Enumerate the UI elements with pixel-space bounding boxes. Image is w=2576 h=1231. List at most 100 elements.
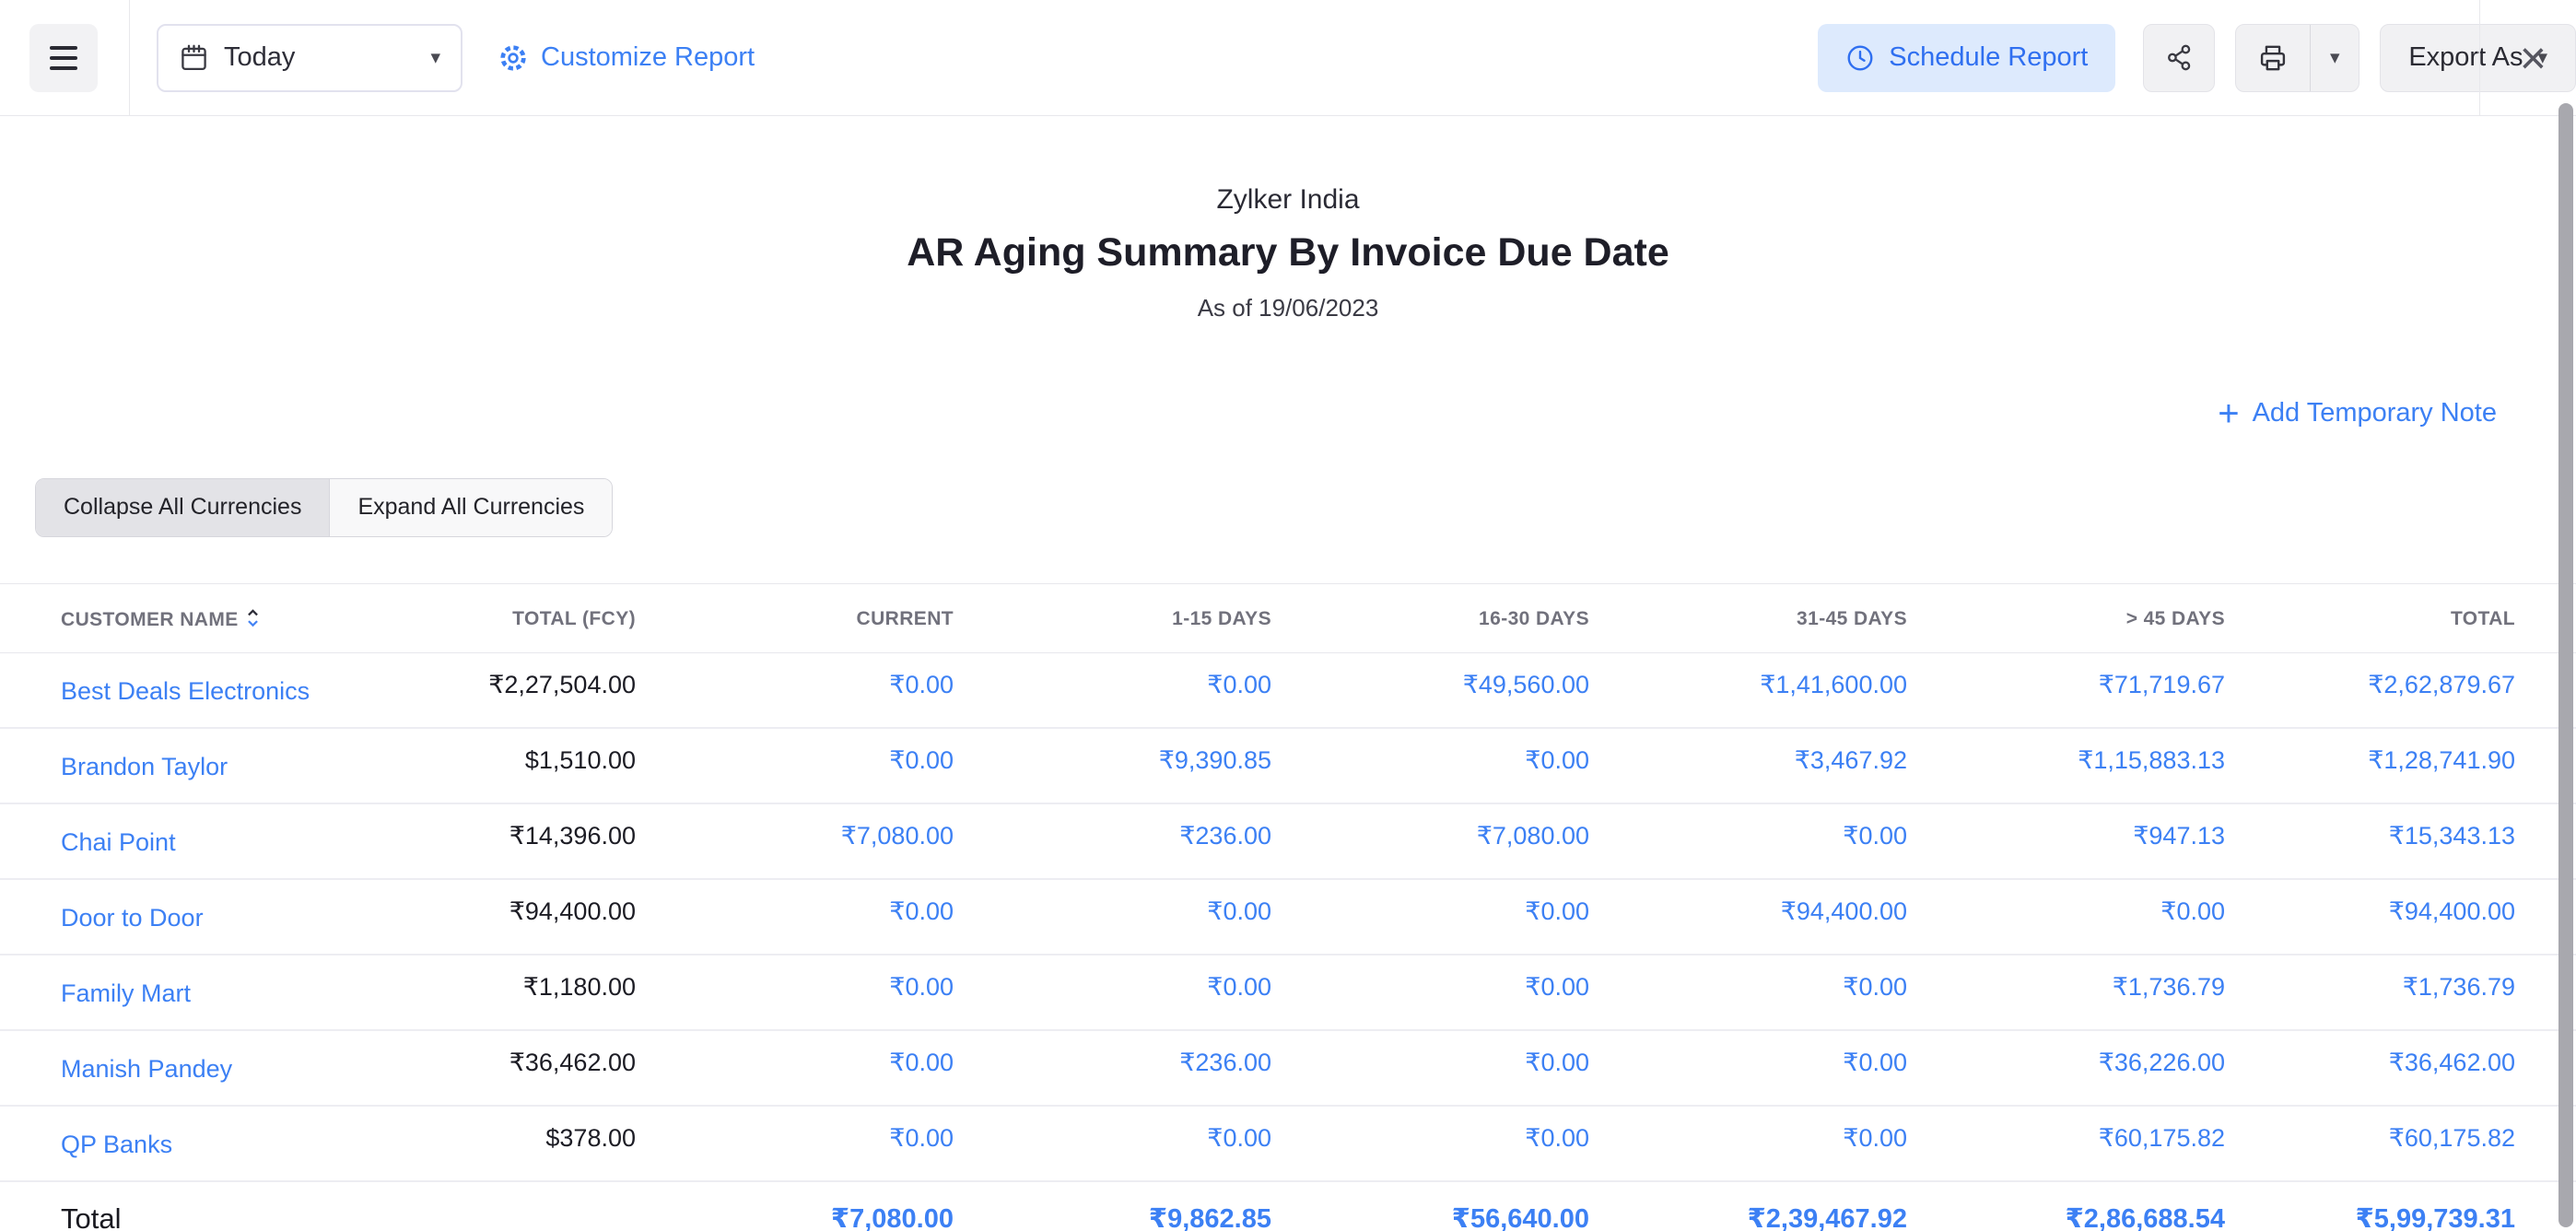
customer-link[interactable]: Brandon Taylor xyxy=(61,753,228,780)
table-row: Brandon Taylor $1,510.00 ₹0.00 ₹9,390.85… xyxy=(0,727,2576,804)
customer-name-cell: Chai Point xyxy=(0,803,322,880)
row-total-amount[interactable]: ₹1,736.79 xyxy=(2225,954,2576,1031)
customer-link[interactable]: Door to Door xyxy=(61,904,204,932)
aging-summary-table: CUSTOMER NAME TOTAL (FCY) CURRENT 1-15 D… xyxy=(0,582,2576,1231)
customer-link[interactable]: Best Deals Electronics xyxy=(61,677,310,705)
as-of-date: As of 19/06/2023 xyxy=(1197,294,1379,322)
customize-report-label: Customize Report xyxy=(541,42,755,72)
company-name: Zylker India xyxy=(1216,184,1360,215)
customer-name-cell: Family Mart xyxy=(0,954,322,1031)
31-45-days-amount[interactable]: ₹0.00 xyxy=(1589,1105,1907,1182)
31-45-days-amount[interactable]: ₹94,400.00 xyxy=(1589,878,1907,955)
toolbar-divider xyxy=(129,0,130,115)
16-30-days-amount[interactable]: ₹49,560.00 xyxy=(1271,652,1589,729)
report-window: Today ▾ Customize Report Schedule Report xyxy=(0,0,2576,1231)
current-amount[interactable]: ₹0.00 xyxy=(636,954,954,1031)
total-1-15-days[interactable]: ₹9,862.85 xyxy=(954,1180,1271,1231)
chevron-down-icon: ▾ xyxy=(430,47,440,68)
customize-report-link[interactable]: Customize Report xyxy=(498,42,755,74)
customer-link[interactable]: Manish Pandey xyxy=(61,1055,232,1083)
16-30-days-amount[interactable]: ₹0.00 xyxy=(1271,954,1589,1031)
total-45-plus-days[interactable]: ₹2,86,688.54 xyxy=(1907,1180,2225,1231)
45-plus-days-amount[interactable]: ₹947.13 xyxy=(1907,803,2225,880)
total-31-45-days[interactable]: ₹2,39,467.92 xyxy=(1589,1180,1907,1231)
customer-link[interactable]: Family Mart xyxy=(61,979,191,1007)
current-amount[interactable]: ₹0.00 xyxy=(636,727,954,804)
row-total-amount[interactable]: ₹1,28,741.90 xyxy=(2225,727,2576,804)
1-15-days-amount[interactable]: ₹9,390.85 xyxy=(954,727,1271,804)
16-30-days-amount[interactable]: ₹0.00 xyxy=(1271,1105,1589,1182)
customer-link[interactable]: QP Banks xyxy=(61,1131,172,1158)
print-button[interactable] xyxy=(2236,25,2310,91)
current-amount[interactable]: ₹0.00 xyxy=(636,1029,954,1107)
16-30-days-amount[interactable]: ₹0.00 xyxy=(1271,1029,1589,1107)
row-total-amount[interactable]: ₹15,343.13 xyxy=(2225,803,2576,880)
1-15-days-amount[interactable]: ₹236.00 xyxy=(954,803,1271,880)
currency-toggle-group: Collapse All Currencies Expand All Curre… xyxy=(35,477,614,537)
table-row: Family Mart ₹1,180.00 ₹0.00 ₹0.00 ₹0.00 … xyxy=(0,954,2576,1031)
31-45-days-amount[interactable]: ₹0.00 xyxy=(1589,1029,1907,1107)
31-45-days-amount[interactable]: ₹3,467.92 xyxy=(1589,727,1907,804)
31-45-days-amount[interactable]: ₹0.00 xyxy=(1589,803,1907,880)
hamburger-icon xyxy=(50,45,77,50)
current-amount[interactable]: ₹0.00 xyxy=(636,1105,954,1182)
print-options-button[interactable]: ▾ xyxy=(2310,24,2359,91)
total-16-30-days[interactable]: ₹56,640.00 xyxy=(1271,1180,1589,1231)
toolbar-divider xyxy=(2479,0,2480,115)
1-15-days-amount[interactable]: ₹0.00 xyxy=(954,652,1271,729)
customer-link[interactable]: Chai Point xyxy=(61,828,176,856)
plus-icon: + xyxy=(2218,393,2240,434)
column-customer-name[interactable]: CUSTOMER NAME xyxy=(0,582,322,653)
customer-name-cell: Door to Door xyxy=(0,878,322,955)
share-icon xyxy=(2167,44,2191,71)
total-fcy-empty xyxy=(322,1180,636,1231)
1-15-days-amount[interactable]: ₹0.00 xyxy=(954,954,1271,1031)
31-45-days-amount[interactable]: ₹1,41,600.00 xyxy=(1589,652,1907,729)
chevron-down-icon: ▾ xyxy=(2330,47,2340,68)
collapse-all-currencies-button[interactable]: Collapse All Currencies xyxy=(36,478,331,536)
45-plus-days-amount[interactable]: ₹60,175.82 xyxy=(1907,1105,2225,1182)
31-45-days-amount[interactable]: ₹0.00 xyxy=(1589,954,1907,1031)
table-header-row: CUSTOMER NAME TOTAL (FCY) CURRENT 1-15 D… xyxy=(0,582,2576,653)
16-30-days-amount[interactable]: ₹0.00 xyxy=(1271,878,1589,955)
column-total: TOTAL xyxy=(2225,582,2576,653)
total-current[interactable]: ₹7,080.00 xyxy=(636,1180,954,1231)
45-plus-days-amount[interactable]: ₹1,15,883.13 xyxy=(1907,727,2225,804)
close-button[interactable]: × xyxy=(2514,34,2552,82)
1-15-days-amount[interactable]: ₹236.00 xyxy=(954,1029,1271,1107)
45-plus-days-amount[interactable]: ₹36,226.00 xyxy=(1907,1029,2225,1107)
1-15-days-amount[interactable]: ₹0.00 xyxy=(954,1105,1271,1182)
45-plus-days-amount[interactable]: ₹71,719.67 xyxy=(1907,652,2225,729)
16-30-days-amount[interactable]: ₹7,080.00 xyxy=(1271,803,1589,880)
date-range-dropdown[interactable]: Today ▾ xyxy=(157,23,463,92)
add-temporary-note-link[interactable]: + Add Temporary Note xyxy=(2218,393,2497,434)
menu-button[interactable] xyxy=(29,23,98,92)
current-amount[interactable]: ₹0.00 xyxy=(636,652,954,729)
column-16-30-days: 16-30 DAYS xyxy=(1271,582,1589,653)
total-fcy-cell: ₹36,462.00 xyxy=(322,1029,636,1107)
grand-total[interactable]: ₹5,99,739.31 xyxy=(2225,1180,2576,1231)
expand-all-currencies-button[interactable]: Expand All Currencies xyxy=(330,478,613,536)
total-fcy-cell: $378.00 xyxy=(322,1105,636,1182)
row-total-amount[interactable]: ₹36,462.00 xyxy=(2225,1029,2576,1107)
total-fcy-cell: $1,510.00 xyxy=(322,727,636,804)
toolbar: Today ▾ Customize Report Schedule Report xyxy=(0,0,2576,116)
export-as-label: Export As xyxy=(2408,42,2523,72)
1-15-days-amount[interactable]: ₹0.00 xyxy=(954,878,1271,955)
column-total-fcy: TOTAL (FCY) xyxy=(322,582,636,653)
current-amount[interactable]: ₹7,080.00 xyxy=(636,803,954,880)
row-total-amount[interactable]: ₹2,62,879.67 xyxy=(2225,652,2576,729)
row-total-amount[interactable]: ₹94,400.00 xyxy=(2225,878,2576,955)
close-icon: × xyxy=(2519,31,2547,84)
45-plus-days-amount[interactable]: ₹0.00 xyxy=(1907,878,2225,955)
share-button[interactable] xyxy=(2143,23,2216,92)
total-fcy-cell: ₹14,396.00 xyxy=(322,803,636,880)
vertical-scrollbar[interactable] xyxy=(2558,103,2573,1227)
table-row: Chai Point ₹14,396.00 ₹7,080.00 ₹236.00 … xyxy=(0,803,2576,880)
45-plus-days-amount[interactable]: ₹1,736.79 xyxy=(1907,954,2225,1031)
schedule-report-button[interactable]: Schedule Report xyxy=(1818,23,2116,92)
add-note-label: Add Temporary Note xyxy=(2252,398,2497,428)
16-30-days-amount[interactable]: ₹0.00 xyxy=(1271,727,1589,804)
current-amount[interactable]: ₹0.00 xyxy=(636,878,954,955)
row-total-amount[interactable]: ₹60,175.82 xyxy=(2225,1105,2576,1182)
